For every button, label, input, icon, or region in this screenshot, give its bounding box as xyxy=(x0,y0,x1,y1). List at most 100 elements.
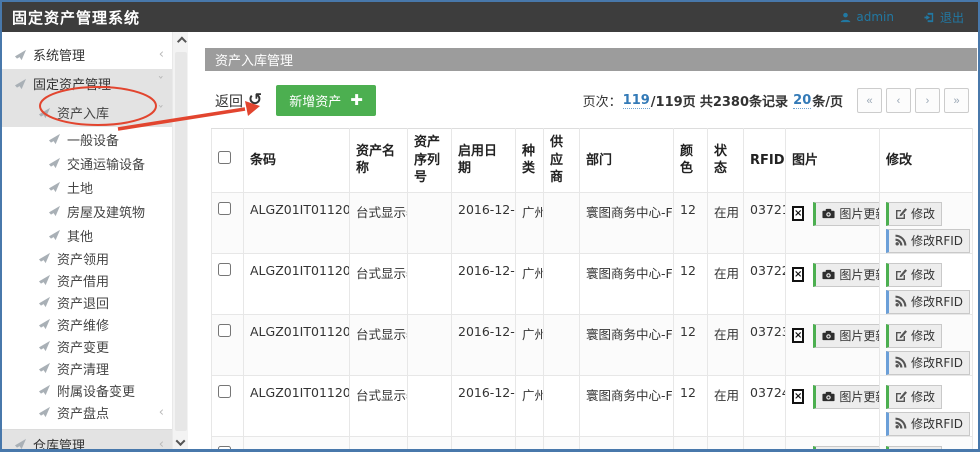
back-button-label: 返回 xyxy=(215,91,243,111)
sidebar-item[interactable]: 资产盘点‹ xyxy=(2,401,172,423)
sidebar-item[interactable]: 一般设备 xyxy=(2,127,172,151)
sidebar-item-label: 资产盘点 xyxy=(57,403,109,422)
chevron-icon: ˇ xyxy=(158,77,165,90)
pager-nav-button[interactable]: » xyxy=(944,88,969,113)
sidebar-item[interactable]: 附属设备变更 xyxy=(2,379,172,401)
date-cell: 2016-12-23 xyxy=(452,253,516,314)
paper-plane-icon xyxy=(14,78,28,90)
pagination-label: 页次： xyxy=(583,91,622,110)
barcode-cell: ALGZ01IT0112050016 xyxy=(244,314,350,375)
user-menu[interactable]: admin xyxy=(840,9,894,26)
image-update-button[interactable]: 图片更新 xyxy=(813,263,879,287)
edit-rfid-button[interactable]: 修改RFID xyxy=(886,412,970,436)
rss-icon xyxy=(895,417,907,429)
actions-cell: 修改修改RFID xyxy=(880,314,973,375)
pager-nav-button[interactable]: › xyxy=(915,88,940,113)
sidebar-item[interactable]: 资产维修 xyxy=(2,313,172,335)
per-page-link[interactable]: 20 xyxy=(793,93,811,109)
select-all-checkbox[interactable] xyxy=(218,151,231,164)
broken-image-icon: × xyxy=(792,206,804,221)
actions-cell: 修改修改RFID xyxy=(880,436,973,452)
image-update-button[interactable]: 图片更新 xyxy=(813,202,879,226)
row-checkbox[interactable] xyxy=(218,263,231,276)
edit-pencil-icon xyxy=(895,329,907,341)
paper-plane-icon xyxy=(38,384,52,396)
edit-button[interactable]: 修改 xyxy=(886,263,942,287)
sidebar-item[interactable]: 其他 xyxy=(2,223,172,247)
paper-plane-icon xyxy=(38,274,52,286)
row-checkbox[interactable] xyxy=(218,324,231,337)
edit-label: 修改 xyxy=(911,205,935,222)
serial-cell xyxy=(408,253,452,314)
serial-cell xyxy=(408,375,452,436)
paper-plane-icon xyxy=(48,181,62,193)
header-links: admin 退出 xyxy=(840,9,964,26)
sidebar-item[interactable]: 资产变更 xyxy=(2,335,172,357)
status-cell: 在用 xyxy=(708,436,744,452)
app-header: 固定资产管理系统 admin 退出 xyxy=(2,2,978,32)
image-update-button[interactable]: 图片更新 xyxy=(813,324,879,348)
edit-button[interactable]: 修改 xyxy=(886,202,942,226)
serial-cell xyxy=(408,314,452,375)
asset-table: 条码资产名称资产序列号启用日期种类供应商部门颜色状态RFID图片修改 ALGZ0… xyxy=(211,128,973,452)
table-header-row: 条码资产名称资产序列号启用日期种类供应商部门颜色状态RFID图片修改 xyxy=(212,129,973,193)
pager-nav-button[interactable]: ‹ xyxy=(886,88,911,113)
checkbox-cell xyxy=(212,314,244,375)
date-cell: 2016-12-23 xyxy=(452,192,516,253)
chevron-icon: ˇ xyxy=(158,106,165,119)
sidebar-item-label: 土地 xyxy=(67,178,93,197)
edit-button[interactable]: 修改 xyxy=(886,324,942,348)
scroll-down-button[interactable] xyxy=(173,433,188,451)
sidebar-item[interactable]: 资产借用 xyxy=(2,269,172,291)
sidebar-scrollbar[interactable] xyxy=(172,32,188,451)
edit-button[interactable]: 修改 xyxy=(886,385,942,409)
paper-plane-icon xyxy=(48,133,62,145)
edit-rfid-button[interactable]: 修改RFID xyxy=(886,229,970,253)
edit-pencil-icon xyxy=(895,207,907,219)
sidebar-item[interactable]: 资产领用 xyxy=(2,247,172,269)
department-cell: 寰图商务中心-F08 xyxy=(580,375,674,436)
sidebar-item[interactable]: 固定资产管理ˇ xyxy=(2,69,172,98)
image-cell: ×图片更新 xyxy=(786,314,880,375)
current-page-link[interactable]: 119 xyxy=(623,93,650,109)
edit-rfid-button[interactable]: 修改RFID xyxy=(886,290,970,314)
edit-button[interactable]: 修改 xyxy=(886,446,942,452)
actions-cell: 修改修改RFID xyxy=(880,192,973,253)
sidebar-item[interactable]: 资产入库ˇ xyxy=(2,98,172,127)
image-update-button[interactable]: 图片更新 xyxy=(813,385,879,409)
department-cell: 寰图商务中心-F08 xyxy=(580,253,674,314)
sidebar-item[interactable]: 土地 xyxy=(2,175,172,199)
image-cell: ×图片更新 xyxy=(786,375,880,436)
back-button[interactable]: 返回 ↺ xyxy=(215,91,262,111)
scrollbar-thumb[interactable] xyxy=(175,52,187,431)
row-checkbox[interactable] xyxy=(218,385,231,398)
pager-nav-button[interactable]: « xyxy=(857,88,882,113)
sidebar-item[interactable]: 资产清理 xyxy=(2,357,172,379)
image-cell: × 图片更新 xyxy=(786,192,880,253)
edit-rfid-button[interactable]: 修改RFID xyxy=(886,351,970,375)
logout-button[interactable]: 退出 xyxy=(924,9,964,26)
image-update-label: 图片更新 xyxy=(839,449,879,452)
checkbox-cell xyxy=(212,253,244,314)
sidebar-item[interactable]: 仓库管理‹ xyxy=(2,429,172,452)
asset-name-cell: 台式显示器 xyxy=(350,253,408,314)
row-checkbox[interactable] xyxy=(218,202,231,215)
status-cell: 在用 xyxy=(708,253,744,314)
rfid-cell: 03723 xyxy=(744,314,786,375)
sidebar-item[interactable]: 房屋及建筑物 xyxy=(2,199,172,223)
rfid-cell: 03725 xyxy=(744,436,786,452)
image-update-button[interactable]: 图片更新 xyxy=(813,446,879,452)
row-checkbox[interactable] xyxy=(218,446,231,452)
add-asset-button[interactable]: 新增资产 ✚ xyxy=(276,85,376,116)
scroll-up-button[interactable] xyxy=(173,32,188,50)
paper-plane-icon xyxy=(38,406,52,418)
edit-label: 修改 xyxy=(911,388,935,405)
sidebar-item[interactable]: 系统管理‹ xyxy=(2,40,172,69)
column-header: 供应商 xyxy=(544,129,580,193)
sidebar-item-label: 资产维修 xyxy=(57,315,109,334)
image-update-label: 图片更新 xyxy=(839,327,879,344)
sidebar-item[interactable]: 交通运输设备 xyxy=(2,151,172,175)
rss-icon xyxy=(895,356,907,368)
sidebar-item[interactable]: 资产退回 xyxy=(2,291,172,313)
total-records-text: 共2380条记录 xyxy=(700,91,788,110)
